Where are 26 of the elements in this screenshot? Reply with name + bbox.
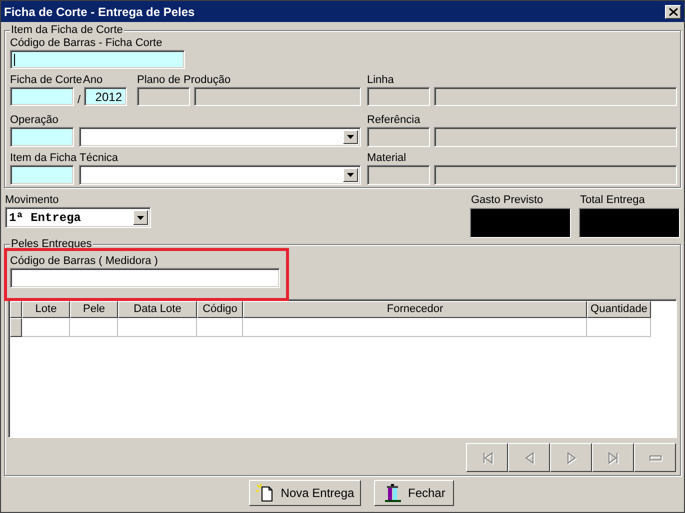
action-button[interactable]: Nova Entrega <box>248 480 362 506</box>
field-label: Referência <box>367 114 422 127</box>
column-header[interactable]: Quantidade <box>587 301 651 318</box>
field-label: Linha <box>367 74 395 87</box>
field-label: Item da Ficha Técnica <box>10 152 120 165</box>
field-label: Plano de Produção <box>137 74 232 87</box>
field-label: Operação <box>10 114 60 127</box>
field-label: Código de Barras ( Medidora ) <box>10 255 158 268</box>
dropdown[interactable]: 1ª Entrega <box>5 207 151 228</box>
column-header[interactable]: Data Lote <box>118 301 197 318</box>
window-title: Ficha de Corte - Entrega de Peles <box>4 4 195 18</box>
column-header[interactable]: Código <box>197 301 243 318</box>
field-label: Ano <box>83 74 104 87</box>
field-label: Ficha de Corte <box>10 74 83 87</box>
field-label: Material <box>367 152 408 165</box>
separator-text: / <box>76 94 82 106</box>
field-label: Movimento <box>5 194 59 207</box>
group-title: Item da Ficha de Corte <box>10 24 124 36</box>
column-header[interactable]: Fornecedor <box>243 301 587 318</box>
year-field[interactable]: 2012 <box>84 87 127 106</box>
column-header[interactable]: Lote <box>22 301 70 318</box>
field-label: Total Entrega <box>579 194 645 207</box>
field-label: Gasto Previsto <box>470 194 544 207</box>
action-button[interactable]: Fechar <box>374 480 454 506</box>
column-header[interactable]: Pele <box>70 301 118 318</box>
field-label: Código de Barras - Ficha Corte <box>10 37 164 50</box>
